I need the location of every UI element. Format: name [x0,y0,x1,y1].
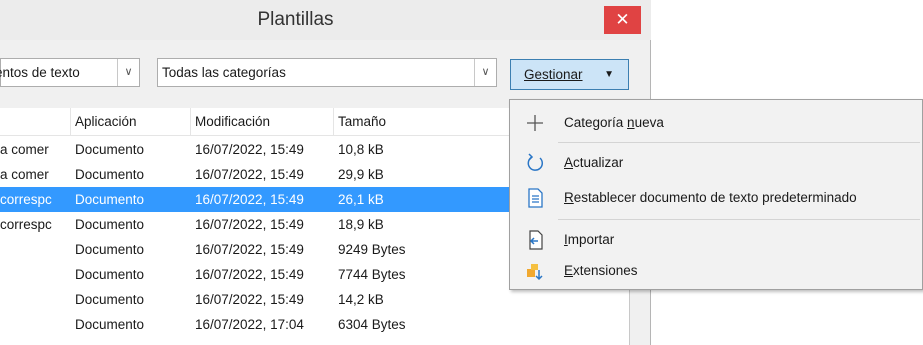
menu-item-extensions[interactable]: Extensiones [510,257,922,285]
cell-name [0,237,70,262]
cell-name [0,287,70,312]
menu-item-new-category[interactable]: Categoría nueva [510,109,922,137]
cell-application: Documento [75,267,145,282]
caret-down-icon: ▼ [604,69,614,80]
cell-name: a comer [0,167,49,182]
refresh-icon [524,152,546,174]
manage-button[interactable]: Gestionar ▼ [510,59,629,90]
close-button[interactable]: ✕ [604,6,641,34]
manage-menu: Categoría nueva Actualizar Restablecer d… [509,99,923,290]
menu-separator [558,142,920,143]
menu-item-reset-default[interactable]: Restablecer documento de texto predeterm… [510,184,922,212]
cell-modified: 16/07/2022, 15:49 [195,267,304,282]
menu-label: Categoría nueva [564,115,664,130]
cell-modified: 16/07/2022, 15:49 [195,142,304,157]
cell-size: 26,1 kB [338,192,384,207]
document-type-value: entos de texto [0,65,80,80]
cell-application: Documento [75,292,145,307]
document-type-filter[interactable]: entos de texto ∨ [0,58,140,87]
menu-item-refresh[interactable]: Actualizar [510,149,922,177]
cell-modified: 16/07/2022, 17:04 [195,317,304,332]
cell-size: 10,8 kB [338,142,384,157]
category-filter[interactable]: Todas las categorías ∨ [157,58,497,87]
title-bar: Plantillas ✕ [0,0,651,40]
category-value: Todas las categorías [162,65,286,80]
cell-modified: 16/07/2022, 15:49 [195,292,304,307]
extensions-icon [524,260,546,282]
cell-size: 6304 Bytes [338,317,406,332]
menu-label: Restablecer documento de texto predeterm… [564,190,857,205]
table-row[interactable]: Documento 16/07/2022, 15:49 14,2 kB [0,287,629,312]
cell-size: 29,9 kB [338,167,384,182]
cell-application: Documento [75,167,145,182]
cell-application: Documento [75,242,145,257]
import-icon [524,229,546,251]
cell-name: correspc [0,192,52,207]
cell-application: Documento [75,142,145,157]
cell-application: Documento [75,317,145,332]
manage-label: Gestionar [524,67,583,82]
menu-label: Actualizar [564,155,624,170]
table-row[interactable]: Documento 16/07/2022, 17:04 6304 Bytes [0,312,629,337]
menu-label: Importar [564,232,615,247]
menu-separator [558,219,920,220]
cell-size: 7744 Bytes [338,267,406,282]
document-icon [524,187,546,209]
cell-size: 14,2 kB [338,292,384,307]
chevron-down-icon[interactable]: ∨ [117,59,139,86]
cell-size: 9249 Bytes [338,242,406,257]
cell-name [0,312,70,337]
window-title: Plantillas [257,9,334,30]
cell-modified: 16/07/2022, 15:49 [195,217,304,232]
cell-name [0,262,70,287]
column-header-modified[interactable]: Modificación [190,108,333,135]
plus-icon [524,112,546,134]
cell-name: correspc [0,217,52,232]
cell-modified: 16/07/2022, 15:49 [195,167,304,182]
cell-size: 18,9 kB [338,217,384,232]
close-icon: ✕ [615,10,630,29]
cell-name: a comer [0,142,49,157]
cell-modified: 16/07/2022, 15:49 [195,242,304,257]
chevron-down-icon[interactable]: ∨ [474,59,496,86]
column-header-application[interactable]: Aplicación [70,108,190,135]
cell-modified: 16/07/2022, 15:49 [195,192,304,207]
cell-application: Documento [75,217,145,232]
menu-item-import[interactable]: Importar [510,226,922,254]
menu-label: Extensiones [564,263,638,278]
cell-application: Documento [75,192,145,207]
column-header-size[interactable]: Tamaño [333,108,509,135]
